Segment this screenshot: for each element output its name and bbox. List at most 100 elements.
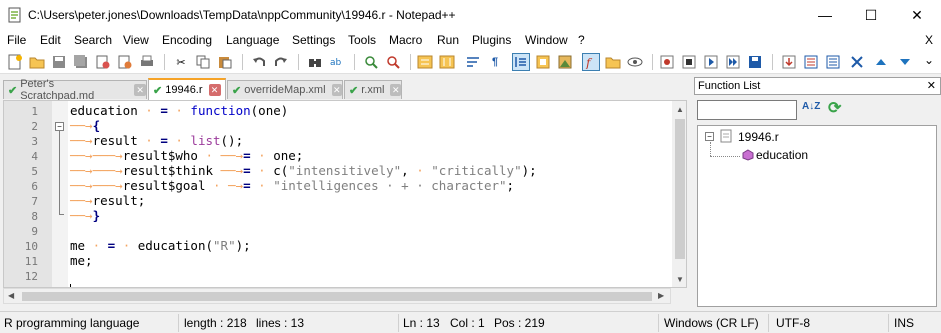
- tab-r-xml[interactable]: ✔ r.xml ✕: [344, 80, 402, 99]
- close-document-button[interactable]: X: [925, 33, 933, 47]
- paste-icon[interactable]: [216, 53, 234, 71]
- code-line-5: ──→───→result$think ──→= · c("intensitiv…: [70, 163, 537, 178]
- copy-icon[interactable]: [194, 53, 212, 71]
- function-list-icon[interactable]: f: [582, 53, 600, 71]
- tree-collapse-icon[interactable]: −: [705, 132, 714, 141]
- function-list-title: Function List: [698, 80, 761, 92]
- menu-view[interactable]: View: [123, 33, 149, 47]
- save-all-icon[interactable]: [72, 53, 90, 71]
- sort-icon[interactable]: A↓Z: [802, 101, 820, 112]
- close-file-icon[interactable]: [94, 53, 112, 71]
- line-number: 8: [31, 210, 38, 223]
- show-all-characters-icon[interactable]: ¶: [486, 53, 504, 71]
- word-wrap-icon[interactable]: [464, 53, 482, 71]
- save-icon[interactable]: [50, 53, 68, 71]
- code-line-6: ──→───→result$goal · ─→= · "intelligence…: [70, 178, 515, 193]
- user-defined-language-icon[interactable]: [534, 53, 552, 71]
- print-icon[interactable]: [138, 53, 156, 71]
- status-length: length : 218: [184, 316, 247, 330]
- horizontal-scrollbar[interactable]: ◀ ▶: [3, 288, 671, 304]
- menu-tools[interactable]: Tools: [348, 33, 376, 47]
- close-tab-icon[interactable]: ✕: [208, 84, 221, 96]
- fold-margin: −: [52, 101, 68, 287]
- scroll-up-icon[interactable]: ▲: [676, 105, 684, 114]
- tab-label: Peter's Scratchpad.md: [20, 78, 95, 102]
- toolbar-separator: [164, 54, 165, 70]
- open-file-icon[interactable]: [28, 53, 46, 71]
- cut-icon[interactable]: ✂: [172, 53, 190, 71]
- sync-horizontal-icon[interactable]: [438, 53, 456, 71]
- code-line-1: education · = · function(one): [70, 103, 289, 118]
- menu-encoding[interactable]: Encoding: [162, 33, 212, 47]
- close-tab-icon[interactable]: ✕: [134, 84, 146, 96]
- indent-guide-icon[interactable]: [512, 53, 530, 71]
- scroll-left-icon[interactable]: ◀: [8, 291, 14, 300]
- menu-macro[interactable]: Macro: [389, 33, 422, 47]
- function-search-input[interactable]: [697, 100, 797, 120]
- scrollbar-thumb[interactable]: [22, 292, 652, 301]
- close-all-icon[interactable]: [116, 53, 134, 71]
- document-map-icon[interactable]: [556, 53, 574, 71]
- find-icon[interactable]: [306, 53, 324, 71]
- folder-as-workspace-icon[interactable]: [604, 53, 622, 71]
- close-tab-icon[interactable]: ✕: [331, 84, 342, 96]
- scroll-right-icon[interactable]: ▶: [658, 291, 664, 300]
- stop-recording-icon[interactable]: [680, 53, 698, 71]
- status-insert-mode: INS: [894, 316, 915, 330]
- scrollbar-thumb[interactable]: [675, 119, 685, 259]
- close-window-button[interactable]: ✕: [894, 0, 940, 30]
- document-tab-bar: ✔ Peter's Scratchpad.md ✕ ✔ 19946.r ✕ ✔ …: [0, 77, 694, 102]
- bookmark-down-icon[interactable]: [780, 53, 798, 71]
- monitoring-eye-icon[interactable]: [626, 53, 644, 71]
- line-number-gutter: 1 2 3 4 5 6 7 8 9 10 11 12: [4, 101, 52, 287]
- line-number: 10: [24, 240, 38, 253]
- code-editor[interactable]: 1 2 3 4 5 6 7 8 9 10 11 12 − education ·…: [3, 100, 687, 288]
- tab-peters-scratchpad[interactable]: ✔ Peter's Scratchpad.md ✕: [3, 78, 147, 102]
- next-diff-icon[interactable]: [896, 53, 914, 71]
- toolbar-overflow-icon[interactable]: ⌄: [924, 53, 934, 67]
- compare-icon[interactable]: [802, 53, 820, 71]
- sync-vertical-icon[interactable]: [416, 53, 434, 71]
- code-line-2: ──→{: [70, 118, 101, 133]
- maximize-button[interactable]: ☐: [848, 0, 894, 30]
- menu-language[interactable]: Language: [226, 33, 279, 47]
- tab-overridemap-xml[interactable]: ✔ overrideMap.xml ✕: [227, 80, 343, 99]
- menu-window[interactable]: Window: [525, 33, 568, 47]
- compare-list-icon[interactable]: [824, 53, 842, 71]
- save-macro-icon[interactable]: [746, 53, 764, 71]
- previous-diff-icon[interactable]: [872, 53, 890, 71]
- tree-function-node[interactable]: education: [756, 148, 809, 162]
- tree-file-node[interactable]: 19946.r: [738, 130, 779, 144]
- record-macro-icon[interactable]: [658, 53, 676, 71]
- menu-edit[interactable]: Edit: [40, 33, 61, 47]
- function-list-panel: Function List ✕ A↓Z ⟳ − 19946.r educatio…: [694, 77, 941, 309]
- minimize-button[interactable]: —: [802, 0, 848, 30]
- fold-toggle-icon[interactable]: −: [55, 122, 64, 131]
- new-file-icon[interactable]: [6, 53, 24, 71]
- line-number: 12: [24, 270, 38, 283]
- menu-run[interactable]: Run: [437, 33, 459, 47]
- clear-compare-icon[interactable]: [848, 53, 866, 71]
- menu-help[interactable]: ?: [578, 33, 585, 47]
- undo-icon[interactable]: [250, 53, 268, 71]
- code-line-7: ──→result;: [70, 193, 146, 208]
- zoom-out-icon[interactable]: [384, 53, 402, 71]
- tab-19946-r[interactable]: ✔ 19946.r ✕: [148, 78, 226, 100]
- run-macro-multiple-icon[interactable]: [724, 53, 742, 71]
- replace-icon[interactable]: ab: [328, 53, 346, 71]
- menu-settings[interactable]: Settings: [292, 33, 335, 47]
- zoom-in-icon[interactable]: [362, 53, 380, 71]
- menu-plugins[interactable]: Plugins: [472, 33, 511, 47]
- saved-check-icon: ✔: [349, 84, 359, 97]
- vertical-scrollbar[interactable]: ▲ ▼: [672, 101, 686, 287]
- menu-search[interactable]: Search: [74, 33, 112, 47]
- status-language: R programming language: [4, 316, 140, 330]
- playback-macro-icon[interactable]: [702, 53, 720, 71]
- tree-line: [710, 156, 740, 157]
- reload-icon[interactable]: ⟳: [828, 98, 841, 118]
- menu-file[interactable]: File: [7, 33, 26, 47]
- close-panel-button[interactable]: ✕: [927, 78, 936, 94]
- scroll-down-icon[interactable]: ▼: [676, 275, 684, 284]
- close-tab-icon[interactable]: ✕: [390, 84, 401, 96]
- redo-icon[interactable]: [272, 53, 290, 71]
